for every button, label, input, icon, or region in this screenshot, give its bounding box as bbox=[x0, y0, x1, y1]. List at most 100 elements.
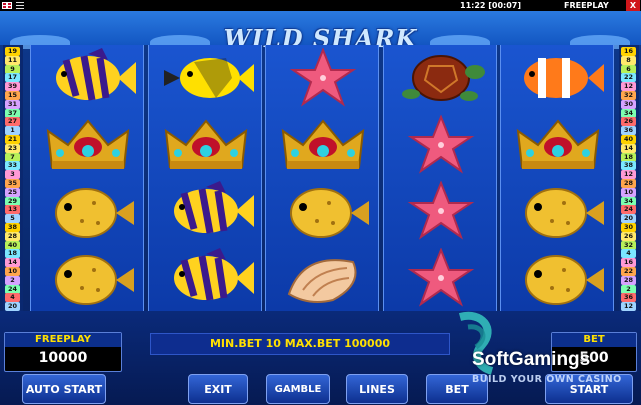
payline-badge: 31 bbox=[5, 99, 20, 109]
payline-badge: 5 bbox=[5, 214, 20, 224]
uk-flag-icon[interactable] bbox=[2, 2, 12, 9]
starfish-symbol bbox=[384, 245, 498, 311]
gamble-button[interactable]: GAMBLE bbox=[266, 374, 330, 404]
payline-badge: 14 bbox=[5, 258, 20, 268]
softgamings-watermark: SoftGamings BUILD YOUR OWN CASINO bbox=[450, 305, 640, 405]
payline-badge: 34 bbox=[621, 196, 636, 206]
watermark-brand: SoftGamings bbox=[472, 349, 591, 370]
pufferfish-symbol bbox=[31, 245, 145, 311]
payline-badge: 6 bbox=[621, 64, 636, 74]
payline-badge: 14 bbox=[621, 143, 636, 153]
payline-badge: 37 bbox=[5, 108, 20, 118]
payline-badge: 32 bbox=[621, 91, 636, 100]
payline-badge: 16 bbox=[621, 258, 636, 268]
payline-badge: 35 bbox=[5, 179, 20, 188]
payline-badge: 11 bbox=[5, 55, 20, 65]
auto-start-button[interactable]: AUTO START bbox=[22, 374, 106, 404]
payline-badge: 10 bbox=[5, 267, 20, 276]
payline-badge: 9 bbox=[5, 64, 20, 74]
payline-badge: 18 bbox=[621, 152, 636, 162]
starfish-symbol bbox=[384, 112, 498, 178]
payline-badge: 32 bbox=[621, 240, 636, 250]
pufferfish-symbol bbox=[501, 178, 615, 244]
payline-badge: 30 bbox=[621, 99, 636, 109]
angelfish-symbol bbox=[149, 178, 263, 244]
payline-badge: 20 bbox=[5, 302, 20, 312]
payline-badge: 36 bbox=[621, 293, 636, 303]
payline-badge: 15 bbox=[5, 91, 20, 100]
payline-badge: 8 bbox=[621, 55, 636, 65]
payline-badge: 28 bbox=[621, 179, 636, 188]
menu-icon[interactable] bbox=[16, 2, 24, 9]
reel-2 bbox=[147, 45, 263, 311]
payline-badge: 20 bbox=[621, 214, 636, 224]
crown-symbol bbox=[31, 112, 145, 178]
reel-4 bbox=[382, 45, 498, 311]
payline-badge: 4 bbox=[5, 293, 20, 303]
freeplay-value: 10000 bbox=[38, 350, 88, 366]
watermark-tagline: BUILD YOUR OWN CASINO bbox=[472, 374, 622, 385]
yellow-tang-symbol bbox=[149, 45, 263, 111]
payline-badge: 17 bbox=[5, 73, 20, 83]
payline-badge: 12 bbox=[621, 170, 636, 180]
payline-badge: 24 bbox=[5, 284, 20, 294]
payline-badge: 2 bbox=[621, 284, 636, 294]
payline-badge: 39 bbox=[5, 82, 20, 92]
payline-badge: 40 bbox=[621, 135, 636, 144]
payline-badge: 33 bbox=[5, 161, 20, 171]
payline-badge: 2 bbox=[5, 275, 20, 285]
payline-badge: 3 bbox=[5, 170, 20, 180]
reel-3 bbox=[265, 45, 379, 311]
payline-badge: 36 bbox=[621, 126, 636, 136]
payline-badge: 38 bbox=[5, 223, 20, 232]
payline-indicators-right: 16 8 6 22 12 32 30 34 26 36 40 14 18 38 12 28 10 34 24 20 30… bbox=[619, 45, 639, 312]
payline-badge: 19 bbox=[5, 47, 20, 56]
payline-badge: 28 bbox=[5, 231, 20, 241]
payline-badge: 29 bbox=[5, 196, 20, 206]
pufferfish-symbol bbox=[266, 178, 380, 244]
crown-symbol bbox=[266, 112, 380, 178]
status-bar: 11:22 [00:07] FREEPLAY X bbox=[0, 0, 641, 11]
payline-badge: 16 bbox=[621, 47, 636, 56]
reel-5 bbox=[500, 45, 614, 311]
mode-label: FREEPLAY bbox=[564, 1, 609, 10]
turtle-symbol bbox=[384, 45, 498, 111]
title-banner: WILD SHARK bbox=[0, 11, 641, 53]
clownfish-symbol bbox=[501, 45, 615, 111]
payline-badge: 13 bbox=[5, 205, 20, 215]
lines-button[interactable]: LINES bbox=[346, 374, 408, 404]
payline-badge: 30 bbox=[621, 223, 636, 232]
exit-button[interactable]: EXIT bbox=[188, 374, 248, 404]
pufferfish-symbol bbox=[31, 178, 145, 244]
clock-readout: 11:22 [00:07] bbox=[460, 1, 522, 10]
payline-badge: 22 bbox=[621, 73, 636, 83]
payline-badge: 28 bbox=[621, 275, 636, 285]
payline-badge: 40 bbox=[5, 240, 20, 250]
payline-badge: 4 bbox=[621, 249, 636, 259]
payline-badge: 38 bbox=[621, 161, 636, 171]
reel-area bbox=[30, 45, 614, 311]
reel-1 bbox=[30, 45, 144, 311]
payline-badge: 26 bbox=[621, 231, 636, 241]
payline-badge: 21 bbox=[5, 135, 20, 144]
freeplay-label: FREEPLAY bbox=[5, 333, 121, 347]
freeplay-balance: FREEPLAY 10000 bbox=[4, 332, 122, 372]
payline-badge: 1 bbox=[5, 126, 20, 136]
payline-badge: 26 bbox=[621, 117, 636, 127]
angelfish-symbol bbox=[31, 45, 145, 111]
payline-badge: 12 bbox=[621, 82, 636, 92]
conch-shell-symbol bbox=[266, 245, 380, 311]
starfish-symbol bbox=[384, 178, 498, 244]
slot-game-screen: 11:22 [00:07] FREEPLAY X WILD SHARK 19 11… bbox=[0, 0, 641, 405]
payline-badge: 34 bbox=[621, 108, 636, 118]
close-button[interactable]: X bbox=[626, 0, 640, 11]
crown-symbol bbox=[501, 112, 615, 178]
payline-badge: 22 bbox=[621, 267, 636, 276]
payline-badge: 24 bbox=[621, 205, 636, 215]
payline-badge: 25 bbox=[5, 187, 20, 197]
payline-badge: 10 bbox=[621, 187, 636, 197]
starfish-symbol bbox=[266, 45, 380, 111]
payline-badge: 7 bbox=[5, 152, 20, 162]
crown-symbol bbox=[149, 112, 263, 178]
pufferfish-symbol bbox=[501, 245, 615, 311]
